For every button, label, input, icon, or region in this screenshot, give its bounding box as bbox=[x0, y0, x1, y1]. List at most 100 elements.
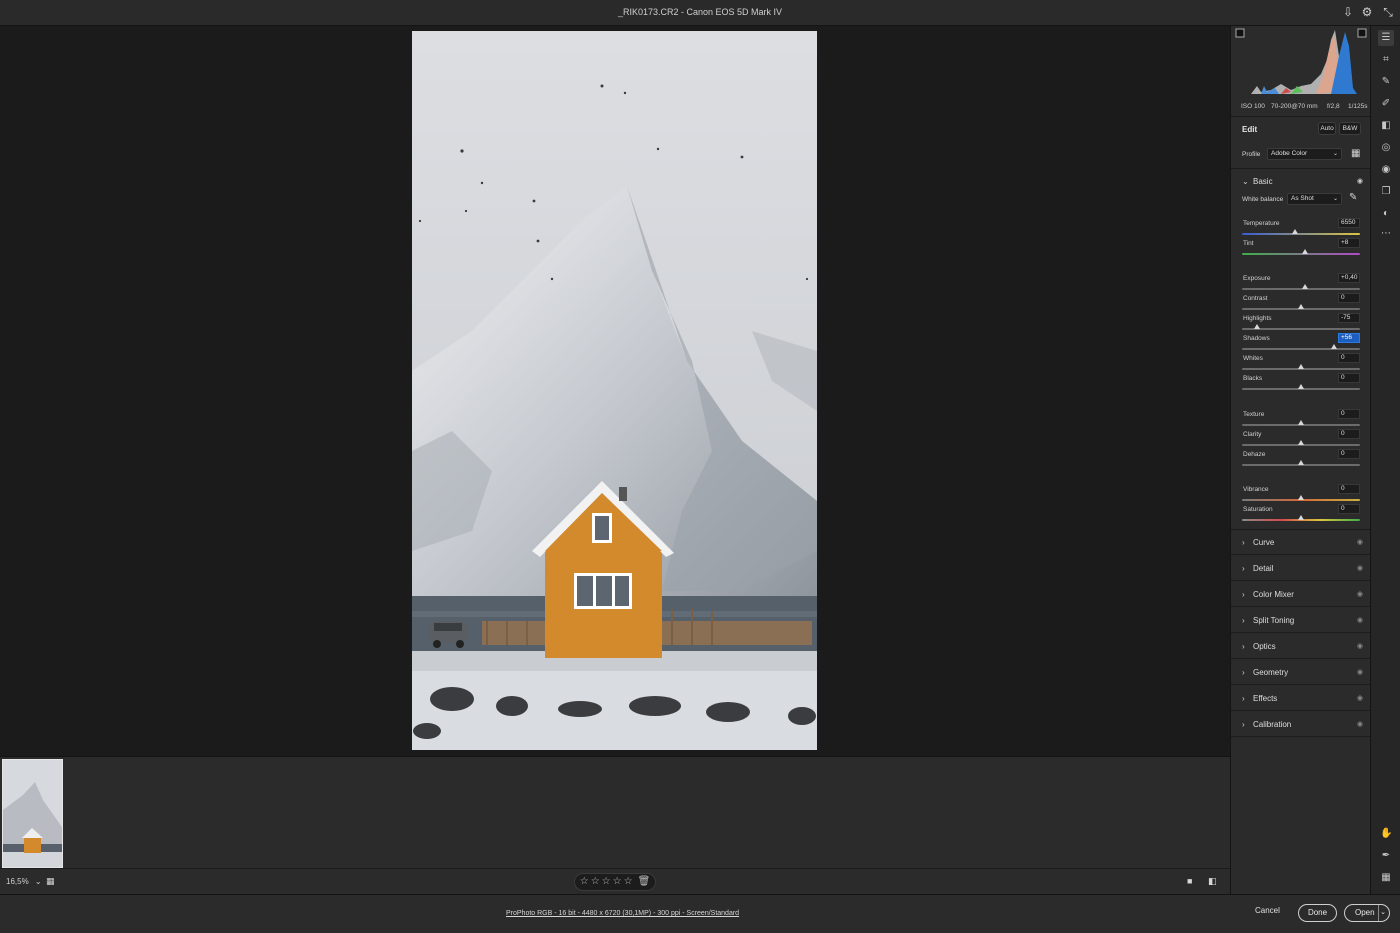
edit-sliders-icon[interactable]: ☰ bbox=[1378, 30, 1394, 46]
slider-handle[interactable] bbox=[1298, 304, 1304, 309]
slider-value-input[interactable]: +56 bbox=[1338, 333, 1360, 343]
slider-handle[interactable] bbox=[1298, 364, 1304, 369]
eye-icon[interactable]: ◉ bbox=[1357, 590, 1363, 598]
slider-handle[interactable] bbox=[1301, 249, 1308, 254]
profile-select[interactable]: Adobe Color ⌄ bbox=[1267, 148, 1342, 160]
slider-highlights[interactable]: Highlights -75 bbox=[1242, 313, 1360, 335]
slider-handle[interactable] bbox=[1298, 515, 1304, 520]
hand-icon[interactable]: ✋ bbox=[1380, 828, 1392, 840]
trash-icon[interactable]: 🗑 bbox=[638, 877, 651, 887]
section-detail[interactable]: › Detail ◉ bbox=[1231, 555, 1371, 581]
slider-handle[interactable] bbox=[1301, 284, 1308, 289]
star-icon[interactable]: ☆ bbox=[613, 877, 622, 887]
brush-icon[interactable]: ✐ bbox=[1380, 98, 1392, 110]
slider-handle[interactable] bbox=[1254, 324, 1261, 329]
slider-value-input[interactable]: +8 bbox=[1338, 238, 1360, 248]
slider-shadows[interactable]: Shadows +56 bbox=[1242, 333, 1360, 355]
collapse-icon[interactable]: ⤡ bbox=[1381, 5, 1395, 19]
slider-exposure[interactable]: Exposure +0,40 bbox=[1242, 273, 1360, 295]
eye-icon[interactable]: ◉ bbox=[1357, 177, 1363, 185]
star-icon[interactable]: ☆ bbox=[580, 877, 589, 887]
slider-track[interactable] bbox=[1242, 348, 1360, 350]
star-icon[interactable]: ☆ bbox=[591, 877, 600, 887]
image-canvas[interactable] bbox=[0, 26, 1230, 756]
gradient-icon[interactable]: ◧ bbox=[1380, 120, 1392, 132]
slider-clarity[interactable]: Clarity 0 bbox=[1242, 429, 1360, 451]
slider-vibrance[interactable]: Vibrance 0 bbox=[1242, 484, 1360, 506]
auto-button[interactable]: Auto bbox=[1318, 122, 1336, 135]
slider-value-input[interactable]: 0 bbox=[1338, 353, 1360, 363]
slider-handle[interactable] bbox=[1292, 229, 1299, 234]
save-icon[interactable]: ⇩ bbox=[1341, 5, 1355, 19]
eyedropper-icon[interactable]: ✎ bbox=[1349, 192, 1357, 203]
slider-value-input[interactable]: 6550 bbox=[1338, 218, 1360, 228]
eye-icon[interactable]: ◉ bbox=[1357, 720, 1363, 728]
slider-handle[interactable] bbox=[1298, 495, 1304, 500]
section-split-toning[interactable]: › Split Toning ◉ bbox=[1231, 607, 1371, 633]
slider-track[interactable] bbox=[1242, 233, 1360, 235]
slider-value-input[interactable]: 0 bbox=[1338, 409, 1360, 419]
crop-icon[interactable]: ⌗ bbox=[1380, 54, 1392, 66]
grid-icon[interactable]: ▦ bbox=[1380, 872, 1392, 884]
eye-icon[interactable]: ◉ bbox=[1357, 564, 1363, 572]
radial-icon[interactable]: ◎ bbox=[1380, 142, 1392, 154]
slider-dehaze[interactable]: Dehaze 0 bbox=[1242, 449, 1360, 471]
slider-value-input[interactable]: 0 bbox=[1338, 484, 1360, 494]
section-basic[interactable]: ⌄ Basic ◉ bbox=[1231, 168, 1371, 194]
filmstrip-thumbnail[interactable] bbox=[2, 759, 63, 868]
section-effects[interactable]: › Effects ◉ bbox=[1231, 685, 1371, 711]
slider-value-input[interactable]: -75 bbox=[1338, 313, 1360, 323]
white-balance-select[interactable]: As Shot ⌄ bbox=[1287, 193, 1342, 205]
slider-value-input[interactable]: 0 bbox=[1338, 449, 1360, 459]
gear-icon[interactable]: ⚙ bbox=[1360, 5, 1374, 19]
compare-view-icon[interactable]: ◧ bbox=[1208, 876, 1217, 887]
slider-value-input[interactable]: 0 bbox=[1338, 429, 1360, 439]
redeye-icon[interactable]: ◉ bbox=[1380, 164, 1392, 176]
eye-icon[interactable]: ◉ bbox=[1357, 616, 1363, 624]
section-color-mixer[interactable]: › Color Mixer ◉ bbox=[1231, 581, 1371, 607]
slider-value-input[interactable]: 0 bbox=[1338, 504, 1360, 514]
slider-handle[interactable] bbox=[1298, 460, 1304, 465]
slider-tint[interactable]: Tint +8 bbox=[1242, 238, 1360, 260]
section-curve[interactable]: › Curve ◉ bbox=[1231, 529, 1371, 555]
more-icon[interactable]: ⋯ bbox=[1380, 228, 1392, 240]
slider-temperature[interactable]: Temperature 6550 bbox=[1242, 218, 1360, 240]
workflow-options-link[interactable]: ProPhoto RGB - 16 bit - 4480 x 6720 (30,… bbox=[506, 910, 739, 917]
slider-blacks[interactable]: Blacks 0 bbox=[1242, 373, 1360, 395]
star-rating[interactable]: ☆ ☆ ☆ ☆ ☆ 🗑 bbox=[574, 873, 656, 891]
section-optics[interactable]: › Optics ◉ bbox=[1231, 633, 1371, 659]
open-button[interactable]: Open ⌄ bbox=[1344, 904, 1390, 922]
slider-whites[interactable]: Whites 0 bbox=[1242, 353, 1360, 375]
section-calibration[interactable]: › Calibration ◉ bbox=[1231, 711, 1371, 737]
slider-saturation[interactable]: Saturation 0 bbox=[1242, 504, 1360, 526]
preview-image[interactable] bbox=[412, 31, 817, 750]
profile-browser-icon[interactable]: ▦ bbox=[1351, 148, 1360, 159]
presets-icon[interactable]: ❐ bbox=[1380, 186, 1392, 198]
single-view-icon[interactable]: ■ bbox=[1187, 876, 1192, 886]
slider-texture[interactable]: Texture 0 bbox=[1242, 409, 1360, 431]
slider-handle[interactable] bbox=[1298, 420, 1304, 425]
filmstrip-toggle-icon[interactable]: ▦ bbox=[46, 876, 55, 887]
zoom-level-dropdown[interactable]: 16,5% ⌄ bbox=[6, 877, 42, 886]
section-geometry[interactable]: › Geometry ◉ bbox=[1231, 659, 1371, 685]
bw-button[interactable]: B&W bbox=[1339, 122, 1361, 135]
chevron-down-icon[interactable]: ⌄ bbox=[1378, 905, 1387, 921]
eye-icon[interactable]: ◉ bbox=[1357, 538, 1363, 546]
slider-value-input[interactable]: +0,40 bbox=[1338, 273, 1360, 283]
eye-icon[interactable]: ◉ bbox=[1357, 668, 1363, 676]
eye-icon[interactable]: ◉ bbox=[1357, 694, 1363, 702]
eye-icon[interactable]: ◉ bbox=[1357, 642, 1363, 650]
sampler-icon[interactable]: ✒ bbox=[1380, 850, 1392, 862]
slider-value-input[interactable]: 0 bbox=[1338, 293, 1360, 303]
slider-handle[interactable] bbox=[1298, 384, 1304, 389]
healing-icon[interactable]: ✎ bbox=[1380, 76, 1392, 88]
done-button[interactable]: Done bbox=[1298, 904, 1337, 922]
star-icon[interactable]: ☆ bbox=[602, 877, 611, 887]
slider-handle[interactable] bbox=[1331, 344, 1338, 349]
slider-contrast[interactable]: Contrast 0 bbox=[1242, 293, 1360, 315]
cancel-button[interactable]: Cancel bbox=[1255, 906, 1280, 915]
masking-icon[interactable]: ◐ bbox=[1380, 208, 1392, 220]
star-icon[interactable]: ☆ bbox=[624, 877, 633, 887]
slider-handle[interactable] bbox=[1298, 440, 1304, 445]
slider-value-input[interactable]: 0 bbox=[1338, 373, 1360, 383]
